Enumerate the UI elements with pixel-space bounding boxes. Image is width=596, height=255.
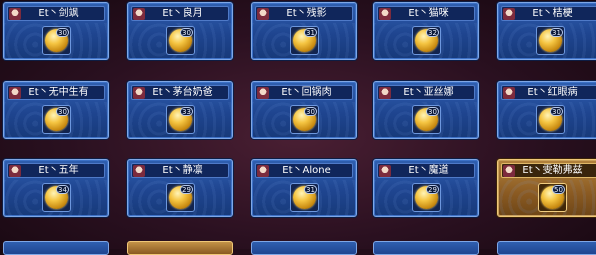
- member-name-bar: Et丶茅台奶爸: [131, 85, 229, 100]
- member-card[interactable]: Et丶剑飒 30: [3, 2, 109, 60]
- level-badge: 50: [552, 185, 565, 194]
- member-card[interactable]: Et丶红眼病 30: [497, 81, 596, 139]
- member-card-partial[interactable]: [373, 241, 479, 255]
- member-card[interactable]: Et丶猫咪 32: [373, 2, 479, 60]
- member-name: Et丶五年: [38, 165, 79, 176]
- level-badge: 34: [56, 185, 69, 194]
- item-slot[interactable]: 29: [412, 183, 441, 212]
- member-name-bar: Et丶雯勒弗兹: [501, 163, 596, 178]
- member-card[interactable]: Et丶良月 30: [127, 2, 233, 60]
- item-slot[interactable]: 50: [538, 183, 567, 212]
- member-name: Et丶雯勒弗兹: [522, 165, 583, 176]
- member-card-partial[interactable]: [251, 241, 357, 255]
- member-name: Et丶桔梗: [532, 8, 573, 19]
- level-badge: 33: [180, 107, 193, 116]
- item-slot[interactable]: 30: [412, 105, 441, 134]
- item-slot[interactable]: 34: [42, 183, 71, 212]
- member-name-bar: Et丶无中生有: [7, 85, 105, 100]
- member-card[interactable]: Et丶亚丝娜 30: [373, 81, 479, 139]
- item-slot[interactable]: 31: [290, 26, 319, 55]
- member-name-bar: Et丶桔梗: [501, 6, 596, 21]
- member-name: Et丶茅台奶爸: [152, 87, 213, 98]
- item-slot[interactable]: 31: [536, 26, 565, 55]
- member-card[interactable]: Et丶魔道 29: [373, 159, 479, 217]
- item-slot[interactable]: 29: [166, 183, 195, 212]
- level-badge: 29: [426, 185, 439, 194]
- member-card[interactable]: Et丶雯勒弗兹 50: [497, 159, 596, 217]
- character-avatar-icon: [257, 7, 269, 20]
- character-avatar-icon: [133, 86, 145, 99]
- item-slot[interactable]: 30: [166, 26, 195, 55]
- item-slot[interactable]: 30: [42, 26, 71, 55]
- member-card-partial[interactable]: [3, 241, 109, 255]
- member-name-bar: Et丶猫咪: [377, 6, 475, 21]
- member-card[interactable]: Et丶无中生有 30: [3, 81, 109, 139]
- member-name-bar: Et丶Alone: [255, 163, 353, 178]
- item-slot[interactable]: 30: [536, 105, 565, 134]
- character-avatar-icon: [133, 164, 145, 177]
- member-name-bar: Et丶静凛: [131, 163, 229, 178]
- member-name: Et丶剑飒: [38, 8, 79, 19]
- character-avatar-icon: [9, 164, 21, 177]
- character-avatar-icon: [9, 86, 21, 99]
- member-card[interactable]: Et丶桔梗 31: [497, 2, 596, 60]
- member-name: Et丶回锅肉: [281, 87, 332, 98]
- level-badge: 29: [180, 185, 193, 194]
- item-slot[interactable]: 30: [290, 105, 319, 134]
- member-name: Et丶残影: [286, 8, 327, 19]
- member-name: Et丶猫咪: [408, 8, 449, 19]
- member-name: Et丶魔道: [408, 165, 449, 176]
- level-badge: 30: [426, 107, 439, 116]
- character-avatar-icon: [503, 86, 515, 99]
- member-name: Et丶Alone: [282, 165, 331, 176]
- member-name-bar: Et丶魔道: [377, 163, 475, 178]
- character-avatar-icon: [503, 164, 515, 177]
- member-name: Et丶无中生有: [28, 87, 89, 98]
- level-badge: 32: [426, 28, 439, 37]
- member-name-bar: Et丶红眼病: [501, 85, 596, 100]
- item-slot[interactable]: 33: [166, 105, 195, 134]
- member-name: Et丶静凛: [162, 165, 203, 176]
- item-slot[interactable]: 31: [290, 183, 319, 212]
- character-avatar-icon: [379, 164, 391, 177]
- member-name-bar: Et丶残影: [255, 6, 353, 21]
- member-card[interactable]: Et丶茅台奶爸 33: [127, 81, 233, 139]
- member-card[interactable]: Et丶残影 31: [251, 2, 357, 60]
- member-name: Et丶红眼病: [527, 87, 578, 98]
- member-name-bar: Et丶良月: [131, 6, 229, 21]
- member-card[interactable]: Et丶回锅肉 30: [251, 81, 357, 139]
- item-slot[interactable]: 32: [412, 26, 441, 55]
- level-badge: 30: [304, 107, 317, 116]
- member-card[interactable]: Et丶Alone 31: [251, 159, 357, 217]
- member-card-partial[interactable]: [127, 241, 233, 255]
- level-badge: 31: [304, 185, 317, 194]
- member-card-partial[interactable]: [497, 241, 596, 255]
- member-name-bar: Et丶剑飒: [7, 6, 105, 21]
- member-card[interactable]: Et丶静凛 29: [127, 159, 233, 217]
- level-badge: 30: [180, 28, 193, 37]
- level-badge: 30: [550, 107, 563, 116]
- level-badge: 30: [56, 28, 69, 37]
- character-avatar-icon: [379, 86, 391, 99]
- level-badge: 31: [550, 28, 563, 37]
- member-name-bar: Et丶回锅肉: [255, 85, 353, 100]
- character-avatar-icon: [503, 7, 515, 20]
- character-avatar-icon: [257, 86, 269, 99]
- member-name-bar: Et丶亚丝娜: [377, 85, 475, 100]
- item-slot[interactable]: 30: [42, 105, 71, 134]
- character-avatar-icon: [9, 7, 21, 20]
- level-badge: 30: [56, 107, 69, 116]
- character-avatar-icon: [379, 7, 391, 20]
- member-name: Et丶良月: [162, 8, 203, 19]
- member-name-bar: Et丶五年: [7, 163, 105, 178]
- character-avatar-icon: [257, 164, 269, 177]
- guild-member-grid: Et丶剑飒 30 Et丶良月 30 Et丶残影 31 Et丶猫咪 32 Et丶桔梗 31 Et丶无中…: [0, 0, 596, 255]
- member-card[interactable]: Et丶五年 34: [3, 159, 109, 217]
- character-avatar-icon: [133, 7, 145, 20]
- level-badge: 31: [304, 28, 317, 37]
- member-name: Et丶亚丝娜: [403, 87, 454, 98]
